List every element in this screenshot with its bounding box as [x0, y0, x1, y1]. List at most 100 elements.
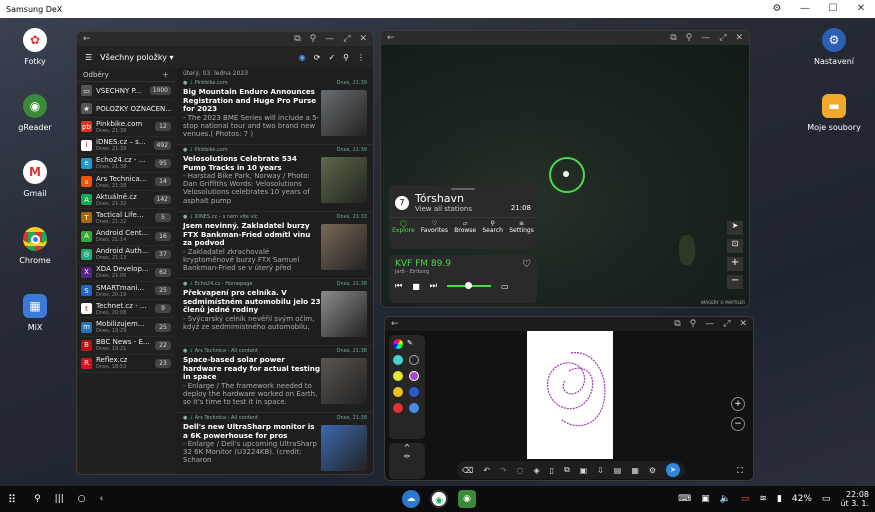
- desktop-icon-chrome[interactable]: Chrome: [5, 227, 65, 265]
- sidebar-item-feed[interactable]: X XDA Develop... Dnes, 21:05 62: [77, 264, 175, 283]
- check-icon[interactable]: ✓: [328, 53, 335, 62]
- lasso-icon[interactable]: ◌: [517, 466, 524, 475]
- recents-icon[interactable]: |||: [55, 494, 64, 504]
- minimize-icon[interactable]: —: [705, 319, 714, 329]
- zoom-out-button[interactable]: −: [731, 417, 745, 431]
- pin-icon[interactable]: ⚲: [686, 33, 693, 43]
- article-item[interactable]: ● ↓ Echo24.cz - Homepage Dnes, 21:38 Přek…: [177, 279, 373, 346]
- pen-selector[interactable]: ^ ✑: [389, 443, 425, 479]
- sidebar-item-feed[interactable]: t Technet.cz - ... Dnes, 20:08 9: [77, 300, 175, 319]
- battery-icon[interactable]: ▭: [822, 494, 831, 504]
- close-icon[interactable]: ✕: [359, 34, 367, 44]
- maximize-icon[interactable]: ⤢: [723, 319, 730, 329]
- pin-icon[interactable]: ⚲: [690, 319, 697, 329]
- close-icon[interactable]: ✕: [735, 33, 743, 43]
- article-item[interactable]: ● ↓ Ars Technica - All content Dnes, 21:3…: [177, 413, 373, 474]
- redo-icon[interactable]: ↷: [500, 466, 507, 475]
- color-swatch[interactable]: [409, 355, 419, 365]
- minimize-icon[interactable]: —: [701, 33, 710, 43]
- clock[interactable]: 22:08 út 3. 1.: [840, 490, 869, 508]
- signal-icon[interactable]: ▮: [777, 494, 782, 504]
- drawing-app-icon[interactable]: ◉: [430, 490, 448, 508]
- volume-icon[interactable]: 🔈: [720, 494, 731, 504]
- home-icon[interactable]: ○: [78, 494, 86, 504]
- zoom-in-button[interactable]: +: [727, 257, 743, 271]
- sidebar-item-feed[interactable]: m Mobilizujem... Dnes, 19:29 25: [77, 318, 175, 337]
- color-swatch[interactable]: [409, 387, 419, 397]
- gallery-icon[interactable]: ▤: [614, 466, 622, 475]
- frame-icon[interactable]: ▣: [580, 466, 588, 475]
- tab-favorites[interactable]: ♡ Favorites: [421, 220, 448, 234]
- close-button[interactable]: ✕: [847, 0, 875, 18]
- back-icon[interactable]: ←: [83, 34, 91, 44]
- split-icon[interactable]: ⧉: [670, 33, 676, 43]
- marker-icon[interactable]: ✎: [407, 339, 413, 349]
- close-icon[interactable]: ✕: [739, 319, 747, 329]
- sidebar-item-feed[interactable]: T Tactical Life... Dnes, 21:22 5: [77, 209, 175, 228]
- sidebar-item-feed[interactable]: ▭ VŠECHNY P... 1000: [77, 82, 175, 101]
- maximize-button[interactable]: ☐: [819, 0, 847, 18]
- next-icon[interactable]: ⏭: [430, 281, 437, 291]
- radio-app-icon[interactable]: ☁: [402, 490, 420, 508]
- minimize-button[interactable]: —: [791, 0, 819, 18]
- back-nav-icon[interactable]: ‹: [100, 494, 104, 504]
- refresh-icon[interactable]: ⟳: [314, 53, 321, 62]
- sidebar-item-feed[interactable]: A Aktuálně.cz Dnes, 21:32 142: [77, 191, 175, 210]
- pin-icon[interactable]: ⚲: [310, 34, 317, 44]
- notification-icon[interactable]: ▭: [741, 494, 750, 504]
- sidebar-item-feed[interactable]: B BBC News - E... Dnes, 19:21 22: [77, 337, 175, 355]
- toggle-icon[interactable]: ⚙: [763, 0, 791, 18]
- back-icon[interactable]: ←: [387, 33, 395, 43]
- fullscreen-icon[interactable]: ⛶: [737, 466, 743, 476]
- menu-icon[interactable]: ☰: [85, 53, 92, 62]
- drawing-canvas[interactable]: [527, 331, 613, 459]
- article-item[interactable]: ● ↓ Pinkbike.com Dnes, 21:39 Velosolution…: [177, 145, 373, 212]
- player-card[interactable]: KVF FM 89.9 Jarð - Eiriborg ♡ ⏮ ■ ⏭ ▭: [389, 255, 537, 303]
- volume-slider[interactable]: [446, 282, 491, 289]
- import-icon[interactable]: ⇩: [597, 466, 604, 475]
- view-all-stations-link[interactable]: View all stations: [415, 205, 472, 213]
- wifi-icon[interactable]: ≋: [759, 494, 767, 504]
- sidebar-item-feed[interactable]: S SMARTmani... Dnes, 20:19 25: [77, 282, 175, 301]
- sidebar-item-feed[interactable]: ★ POLOŽKY OZNAČEN...: [77, 100, 175, 119]
- add-icon[interactable]: ＋: [162, 70, 169, 80]
- undo-icon[interactable]: ↶: [483, 466, 490, 475]
- apps-grid-icon[interactable]: ⠿: [8, 493, 16, 506]
- color-swatch[interactable]: [409, 403, 419, 413]
- grid-icon[interactable]: ▦: [631, 466, 639, 475]
- color-swatch[interactable]: [393, 355, 403, 365]
- desktop-icon-files[interactable]: ▬ Moje soubory: [804, 94, 864, 132]
- page-icon[interactable]: ▯: [550, 466, 554, 475]
- search-icon[interactable]: ⚲: [34, 494, 41, 504]
- tab-settings[interactable]: ≡ Settings: [509, 220, 534, 234]
- desktop-icon-fotky[interactable]: ✿ Fotky: [5, 28, 65, 66]
- lock-icon[interactable]: ⊡: [727, 239, 743, 253]
- tab-search[interactable]: ⚲ Search: [482, 220, 503, 234]
- send-icon[interactable]: ➤: [665, 463, 680, 477]
- sidebar-item-feed[interactable]: A Android Cent... Dnes, 21:14 16: [77, 228, 175, 246]
- previous-icon[interactable]: ⏮: [395, 281, 402, 291]
- station-card[interactable]: 7 Tórshavn View all stations 21:08 ◯ Expl…: [389, 185, 537, 249]
- sidebar-item-feed[interactable]: pb Pinkbike.com Dnes, 21:39 12: [77, 118, 175, 137]
- keyboard-icon[interactable]: ⌨: [678, 494, 691, 504]
- sidebar-item-feed[interactable]: i iDNES.cz – s... Dnes, 21:39 492: [77, 137, 175, 155]
- article-item[interactable]: ● ↓ iDNES.cz – s ném vite vic Dnes, 21:33…: [177, 212, 373, 279]
- sidebar-item-feed[interactable]: R Reflex.cz Dnes, 18:53 23: [77, 355, 175, 373]
- satellite-map[interactable]: ➤ ⊡ + − IMAGERY © MAPTILER 7 Tórshavn Vi…: [381, 45, 749, 307]
- favorite-heart-icon[interactable]: ♡: [522, 259, 531, 275]
- stop-icon[interactable]: ■: [412, 282, 420, 291]
- zoom-in-button[interactable]: +: [731, 397, 745, 411]
- minimize-icon[interactable]: —: [325, 34, 334, 44]
- zoom-out-button[interactable]: −: [727, 275, 743, 289]
- article-item[interactable]: ● ↓ Pinkbike.com Dnes, 21:39 Big Mountain…: [177, 78, 373, 145]
- navigate-icon[interactable]: ➤: [727, 221, 743, 235]
- more-icon[interactable]: ⋮: [357, 53, 365, 62]
- eraser-icon[interactable]: ⌫: [462, 466, 473, 475]
- copy-icon[interactable]: ⧉: [564, 465, 570, 475]
- screenshot-icon[interactable]: ▣: [701, 494, 710, 504]
- settings-icon[interactable]: ⚙: [649, 466, 656, 475]
- back-icon[interactable]: ←: [391, 319, 399, 329]
- layers-icon[interactable]: ◈: [533, 466, 539, 475]
- desktop-icon-mix[interactable]: ▦ MiX: [5, 294, 65, 332]
- tab-explore[interactable]: ◯ Explore: [392, 220, 415, 234]
